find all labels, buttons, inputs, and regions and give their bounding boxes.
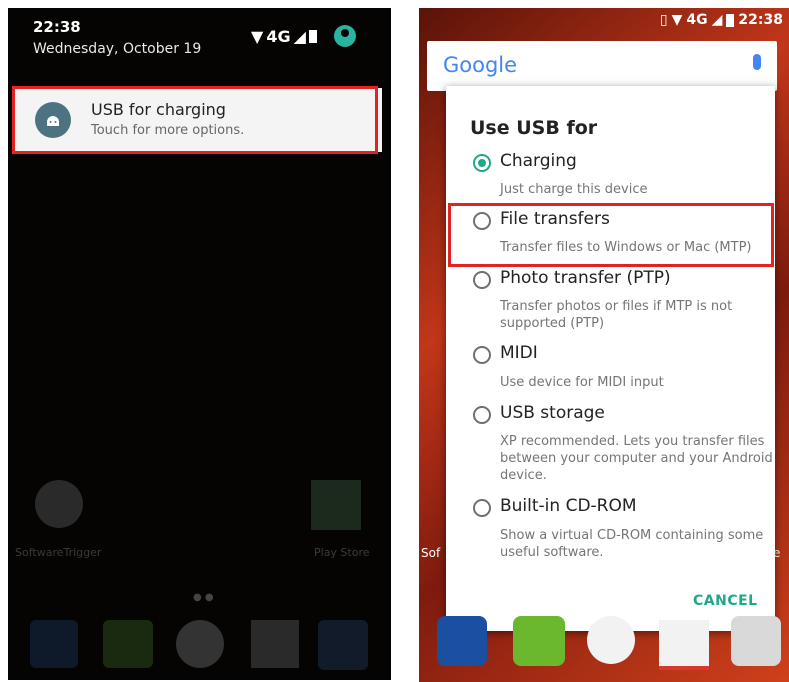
page-dots: ● ● xyxy=(193,592,214,603)
software-trigger-icon[interactable] xyxy=(35,480,83,528)
status-icons: ▼ 4G ◢ xyxy=(251,25,356,47)
usb-dialog: Use USB for Charging Just charge this de… xyxy=(446,86,775,631)
wifi-icon: ▼ xyxy=(671,12,683,28)
radio-cd-rom[interactable] xyxy=(473,499,491,517)
battery-icon xyxy=(308,29,317,43)
option-description: Use device for MIDI input xyxy=(500,375,664,390)
messenger-icon[interactable] xyxy=(513,616,565,666)
vibrate-icon: ▯ xyxy=(659,12,668,28)
app-drawer-icon[interactable] xyxy=(587,616,635,664)
notification-shade-screen: 22:38 Wednesday, October 19 ▼ 4G ◢ USB f… xyxy=(8,8,391,680)
cancel-button[interactable]: CANCEL xyxy=(693,593,758,609)
app-drawer-icon[interactable] xyxy=(176,620,224,668)
camera-icon[interactable] xyxy=(318,620,368,670)
dialog-title: Use USB for xyxy=(470,117,598,139)
google-search-bar[interactable]: Google xyxy=(427,41,777,91)
battery-icon xyxy=(726,13,735,27)
option-label[interactable]: Charging xyxy=(500,151,577,171)
radio-charging[interactable] xyxy=(473,154,491,172)
option-label[interactable]: Photo transfer (PTP) xyxy=(500,268,671,288)
phone-icon[interactable] xyxy=(30,620,78,668)
app-label-playstore: Play Store xyxy=(314,546,370,559)
gmail-icon[interactable] xyxy=(659,620,709,670)
option-label[interactable]: MIDI xyxy=(500,343,538,363)
option-description: Just charge this device xyxy=(500,182,648,197)
signal-icon: ◢ xyxy=(711,12,723,28)
partial-app-label: Sof xyxy=(421,546,441,560)
radio-midi[interactable] xyxy=(473,346,491,364)
highlight-box xyxy=(448,203,774,267)
status-time: 22:38 xyxy=(33,18,81,36)
option-label[interactable]: USB storage xyxy=(500,403,605,423)
status-bar: ▯ ▼ 4G ◢ 22:38 xyxy=(660,12,783,28)
radio-usb-storage[interactable] xyxy=(473,406,491,424)
usb-options-screen: ▯ ▼ 4G ◢ 22:38 Google Sof e Use USB for … xyxy=(419,8,789,682)
phone-icon[interactable] xyxy=(437,616,487,666)
option-label[interactable]: Built-in CD-ROM xyxy=(500,496,637,516)
option-description: Transfer photos or files if MTP is not s… xyxy=(500,299,733,331)
google-logo: Google xyxy=(443,53,518,77)
wifi-icon: ▼ xyxy=(251,26,264,46)
camera-icon[interactable] xyxy=(731,616,781,666)
network-label: 4G xyxy=(266,26,291,46)
play-store-icon[interactable] xyxy=(311,480,361,530)
gmail-icon[interactable] xyxy=(251,620,299,668)
account-icon[interactable] xyxy=(333,25,356,47)
radio-photo-transfer[interactable] xyxy=(473,271,491,289)
mic-icon[interactable] xyxy=(753,54,761,70)
option-description: Show a virtual CD-ROM containing some us… xyxy=(500,528,764,560)
network-label: 4G xyxy=(686,12,708,28)
highlight-box xyxy=(12,86,378,154)
status-date: Wednesday, October 19 xyxy=(33,41,202,57)
status-time: 22:38 xyxy=(738,12,783,28)
signal-icon: ◢ xyxy=(293,26,306,46)
app-label-softwaretrigger: SoftwareTrigger xyxy=(15,546,102,559)
messenger-icon[interactable] xyxy=(103,620,153,668)
option-description: XP recommended. Lets you transfer files … xyxy=(500,434,773,483)
